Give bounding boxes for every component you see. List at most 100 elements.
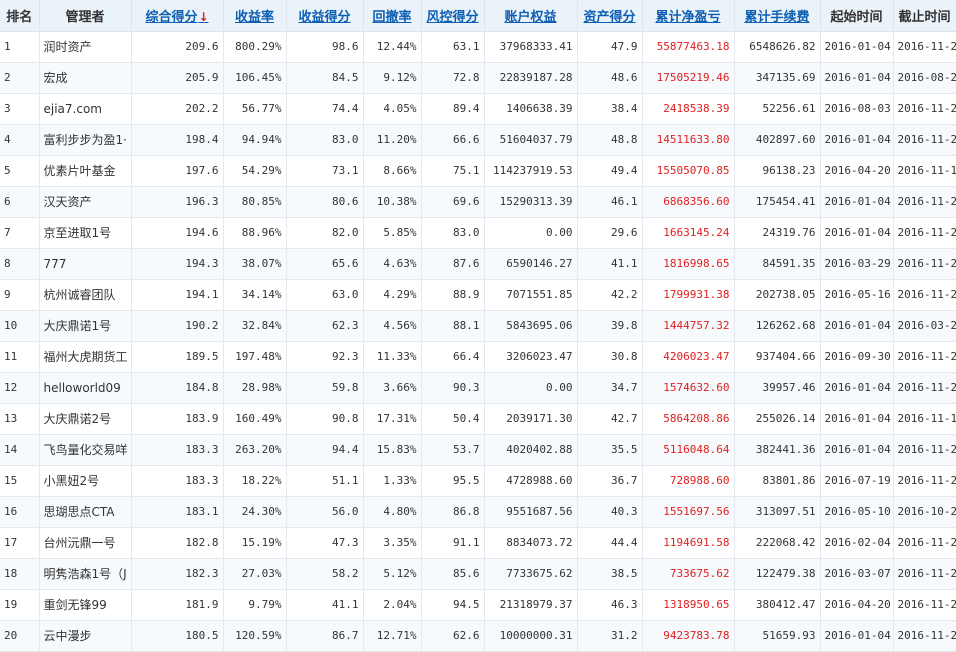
cell-drawdown-rate: 12.44% xyxy=(363,31,422,63)
cell-asset-score: 38.4 xyxy=(577,93,643,125)
table-row: 15 小黑妞2号 183.3 18.22% 51.1 1.33% 95.5 4728988.6… xyxy=(0,465,956,497)
column-header-cumulative-net-pnl[interactable]: 累计净盈亏 xyxy=(642,0,735,32)
cell-composite-score: 181.9 xyxy=(131,589,224,621)
cell-end-date: 2016-11-21 xyxy=(893,124,956,156)
cell-drawdown-rate: 5.12% xyxy=(363,558,422,590)
column-header-asset-score[interactable]: 资产得分 xyxy=(577,0,643,32)
cell-return-score: 83.0 xyxy=(286,124,364,156)
cell-manager[interactable]: 台州沅鼎一号 xyxy=(39,527,132,559)
cell-return-score: 86.7 xyxy=(286,620,364,652)
cell-composite-score: 209.6 xyxy=(131,31,224,63)
column-header-composite-score[interactable]: 综合得分↓ xyxy=(131,0,224,32)
cell-manager[interactable]: 润时资产 xyxy=(39,31,132,63)
cell-drawdown-rate: 4.29% xyxy=(363,279,422,311)
cell-manager[interactable]: 重剑无锋99 xyxy=(39,589,132,621)
cell-return-rate: 28.98% xyxy=(223,372,287,404)
cell-account-equity: 5843695.06 xyxy=(484,310,578,342)
column-header-drawdown-rate[interactable]: 回撤率 xyxy=(363,0,422,32)
cell-manager[interactable]: 大庆鼎诺2号 xyxy=(39,403,132,435)
table-row: 19 重剑无锋99 181.9 9.79% 41.1 2.04% 94.5 21318979.… xyxy=(0,589,956,621)
cell-drawdown-rate: 11.33% xyxy=(363,341,422,373)
cell-manager[interactable]: 小黑妞2号 xyxy=(39,465,132,497)
cell-risk-score: 63.1 xyxy=(421,31,485,63)
cell-composite-score: 197.6 xyxy=(131,155,224,187)
column-header-label: 起始时间 xyxy=(830,9,883,25)
cell-asset-score: 48.8 xyxy=(577,124,643,156)
cell-cumulative-net-pnl: 1551697.56 xyxy=(642,496,735,528)
cell-manager[interactable]: 富利步步为盈1· xyxy=(39,124,132,156)
cell-end-date: 2016-11-21 xyxy=(893,248,956,280)
cell-return-score: 73.1 xyxy=(286,155,364,187)
cell-rank: 13 xyxy=(0,403,40,435)
cell-end-date: 2016-11-21 xyxy=(893,372,956,404)
cell-drawdown-rate: 8.66% xyxy=(363,155,422,187)
cell-manager[interactable]: 777 xyxy=(39,248,132,280)
cell-start-date: 2016-07-19 xyxy=(820,465,894,497)
cell-cumulative-fee: 175454.41 xyxy=(734,186,821,218)
cell-drawdown-rate: 17.31% xyxy=(363,403,422,435)
cell-start-date: 2016-01-04 xyxy=(820,434,894,466)
cell-cumulative-fee: 202738.05 xyxy=(734,279,821,311)
cell-return-rate: 24.30% xyxy=(223,496,287,528)
cell-manager[interactable]: helloworld09 xyxy=(39,372,132,404)
column-header-cumulative-fee[interactable]: 累计手续费 xyxy=(734,0,821,32)
cell-cumulative-fee: 402897.60 xyxy=(734,124,821,156)
cell-manager[interactable]: 京至进取1号 xyxy=(39,217,132,249)
cell-cumulative-fee: 83801.86 xyxy=(734,465,821,497)
cell-end-date: 2016-11-21 xyxy=(893,279,956,311)
cell-asset-score: 41.1 xyxy=(577,248,643,280)
cell-account-equity: 4728988.60 xyxy=(484,465,578,497)
cell-drawdown-rate: 11.20% xyxy=(363,124,422,156)
column-header-return-rate[interactable]: 收益率 xyxy=(223,0,287,32)
cell-rank: 12 xyxy=(0,372,40,404)
cell-composite-score: 183.3 xyxy=(131,465,224,497)
cell-composite-score: 202.2 xyxy=(131,93,224,125)
cell-asset-score: 46.3 xyxy=(577,589,643,621)
cell-manager[interactable]: 优素片叶基金 xyxy=(39,155,132,187)
cell-manager[interactable]: 福州大虎期货工 xyxy=(39,341,132,373)
column-header-return-score[interactable]: 收益得分 xyxy=(286,0,364,32)
column-header-label: 账户权益 xyxy=(504,9,557,25)
cell-risk-score: 94.5 xyxy=(421,589,485,621)
cell-cumulative-net-pnl: 1194691.58 xyxy=(642,527,735,559)
column-header-start-date: 起始时间 xyxy=(820,0,894,32)
cell-manager[interactable]: 云中漫步 xyxy=(39,620,132,652)
cell-cumulative-net-pnl: 733675.62 xyxy=(642,558,735,590)
cell-risk-score: 87.6 xyxy=(421,248,485,280)
cell-manager[interactable]: 明隽浩森1号（J xyxy=(39,558,132,590)
table-row: 8 777 194.3 38.07% 65.6 4.63% 87.6 6590146.27 41… xyxy=(0,248,956,280)
cell-manager[interactable]: 大庆鼎诺1号 xyxy=(39,310,132,342)
cell-account-equity: 0.00 xyxy=(484,372,578,404)
cell-risk-score: 86.8 xyxy=(421,496,485,528)
cell-cumulative-fee: 51659.93 xyxy=(734,620,821,652)
cell-risk-score: 69.6 xyxy=(421,186,485,218)
cell-manager[interactable]: 汉天资产 xyxy=(39,186,132,218)
cell-manager[interactable]: 宏成 xyxy=(39,62,132,94)
cell-account-equity: 4020402.88 xyxy=(484,434,578,466)
cell-account-equity: 6590146.27 xyxy=(484,248,578,280)
cell-start-date: 2016-01-04 xyxy=(820,31,894,63)
cell-end-date: 2016-11-21 xyxy=(893,341,956,373)
column-header-label: 管理者 xyxy=(65,9,105,25)
cell-return-rate: 34.14% xyxy=(223,279,287,311)
cell-drawdown-rate: 4.80% xyxy=(363,496,422,528)
cell-manager[interactable]: ejia7.com xyxy=(39,93,132,125)
cell-cumulative-net-pnl: 17505219.46 xyxy=(642,62,735,94)
cell-return-rate: 18.22% xyxy=(223,465,287,497)
column-header-account-equity[interactable]: 账户权益 xyxy=(484,0,578,32)
cell-manager[interactable]: 飞鸟量化交易咩 xyxy=(39,434,132,466)
column-header-label: 风控得分 xyxy=(426,9,479,25)
column-header-risk-score[interactable]: 风控得分 xyxy=(421,0,485,32)
cell-end-date: 2016-11-21 xyxy=(893,434,956,466)
cell-manager[interactable]: 杭州诚睿团队 xyxy=(39,279,132,311)
cell-manager[interactable]: 思瑚思点CTA xyxy=(39,496,132,528)
cell-start-date: 2016-01-04 xyxy=(820,124,894,156)
cell-rank: 9 xyxy=(0,279,40,311)
cell-start-date: 2016-08-03 xyxy=(820,93,894,125)
table-row: 13 大庆鼎诺2号 183.9 160.49% 90.8 17.31% 50.4 203917… xyxy=(0,403,956,435)
cell-end-date: 2016-08-23 xyxy=(893,62,956,94)
table-header-row: 排名 管理者 综合得分↓ 收益率 收益得分 回撤率 风控得分 账户权益 资产得分 累计净盈亏 累计手… xyxy=(0,0,956,32)
column-header-rank: 排名 xyxy=(0,0,40,32)
cell-risk-score: 53.7 xyxy=(421,434,485,466)
cell-start-date: 2016-01-04 xyxy=(820,62,894,94)
